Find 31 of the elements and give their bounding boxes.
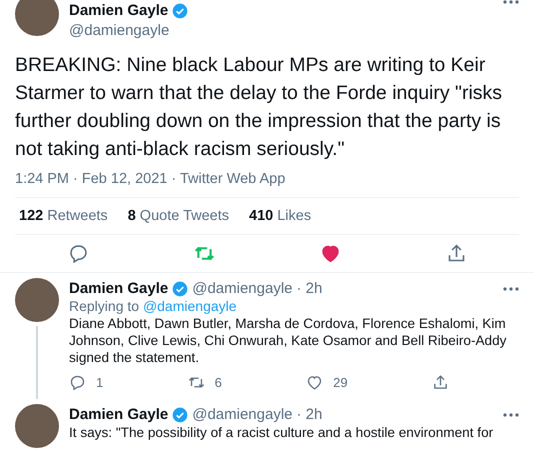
more-icon[interactable] <box>503 0 519 4</box>
tweet-timestamp: 1:24 PM · Feb 12, 2021 · Twitter Web App <box>15 171 286 187</box>
reply-time: · 2h <box>296 280 322 297</box>
like-count: 29 <box>333 375 348 390</box>
avatar[interactable] <box>15 278 59 322</box>
more-icon[interactable] <box>503 286 519 290</box>
author-name[interactable]: Damien Gayle <box>69 406 168 423</box>
replying-to-text: Replying to @damiengayle <box>69 298 238 314</box>
heart-icon[interactable] <box>320 243 340 264</box>
reply-text: It says: "The possibility of a racist culture and a hostile environment for <box>69 424 494 441</box>
reply-text: Diane Abbott, Dawn Butler, Marsha de Cordova, Florence Eshalomi, Kim Johnson, Clive Lewis, Chi Onwurah, Kate Osamor and Bell Ribeiro-Addy signed the statement. <box>69 315 508 366</box>
more-icon[interactable] <box>503 412 519 416</box>
avatar[interactable] <box>15 404 59 448</box>
stat-link[interactable]: 122 Retweets <box>19 208 108 224</box>
reply-time: · 2h <box>296 406 322 423</box>
avatar[interactable] <box>15 0 59 36</box>
author-name[interactable]: Damien Gayle <box>69 2 168 19</box>
share-icon[interactable] <box>446 243 466 264</box>
author-handle[interactable]: @damiengayle <box>69 22 493 39</box>
retweet-count: 6 <box>214 375 222 390</box>
heart-icon[interactable] <box>306 374 324 391</box>
reply-icon[interactable] <box>69 374 86 391</box>
reply-icon[interactable] <box>68 243 88 264</box>
stat-link[interactable]: 8 Quote Tweets <box>128 208 229 224</box>
author-handle[interactable]: @damiengayle <box>192 280 293 297</box>
share-icon[interactable] <box>432 374 449 391</box>
tweet-text: BREAKING: Nine black Labour MPs are writing to Keir Starmer to warn that the delay to the Forde inquiry "risks further doubling down on the impression that the party is not taking anti-black racism seriously." <box>15 53 504 162</box>
author-handle[interactable]: @damiengayle <box>192 406 293 423</box>
stat-link[interactable]: 410 Likes <box>249 208 312 224</box>
reply-count: 1 <box>96 375 104 390</box>
author-name[interactable]: Damien Gayle <box>69 280 168 297</box>
